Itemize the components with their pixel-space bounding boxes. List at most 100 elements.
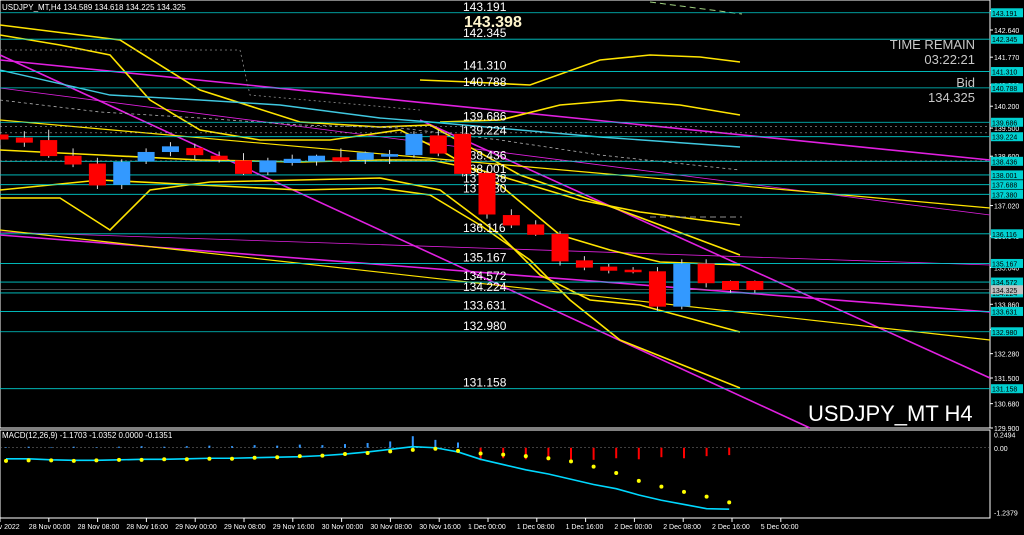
candle-bear [502,215,520,226]
price-tick-label: 142.640 [994,28,1019,35]
time-remain-value: 03:22:21 [924,52,975,67]
level-axis-label: 133.631 [992,309,1017,316]
candle-bull [283,158,301,163]
macd-signal-dot [207,456,212,461]
level-axis-label: 137.380 [992,192,1017,199]
candle-bear [551,233,569,262]
candle-bear [722,280,739,291]
candle-bear [697,263,715,284]
macd-signal-dot [523,454,528,459]
chart-static-layer [0,0,1024,535]
time-remain-label: TIME REMAIN [889,37,975,52]
macd-signal-dot [71,458,76,463]
candle-bear [0,134,9,140]
price-tick-label: 140.200 [994,104,1019,111]
macd-signal-dot [297,454,302,459]
macd-signal-dot [388,449,393,454]
time-tick-label: 29 Nov 08:00 [224,524,266,531]
macd-signal-dot [139,457,144,462]
time-tick-label: 2 Dec 08:00 [663,524,701,531]
price-tick-label: 137.020 [994,204,1019,211]
price-tick-label: 132.280 [994,352,1019,359]
level-label: 135.167 [463,250,507,264]
level-axis-label: 135.167 [992,261,1017,268]
level-label: 139.686 [463,109,507,123]
time-tick-label: 28 Nov 16:00 [126,524,168,531]
time-tick-label: 5 Dec 00:00 [761,524,799,531]
candle-bull [113,161,131,185]
macd-tick-label: -1.2379 [994,511,1018,518]
macd-signal-dot [591,464,596,469]
time-tick-label: 1 Dec 08:00 [517,524,555,531]
price-tick-label: 131.500 [994,376,1019,383]
candle-bull [161,146,179,153]
candle-bear [15,137,33,143]
candle-bear [746,280,764,291]
chart-background [0,0,1024,535]
macd-signal-dot [252,455,257,460]
candle-bear [575,260,593,268]
level-label: 132.980 [463,319,507,333]
level-label: 134.224 [463,280,507,294]
level-label: 140.788 [463,75,507,89]
macd-signal-dot [49,458,54,463]
candle-bear [429,135,447,154]
candle-bear [64,155,82,165]
time-tick-label: 29 Nov 16:00 [273,524,315,531]
macd-signal-dot [614,470,619,475]
time-tick-label: 1 Dec 16:00 [566,524,604,531]
macd-signal-dot [569,459,573,464]
candle-bear [186,147,204,156]
macd-signal-dot [456,448,460,453]
level-axis-label: 142.345 [992,37,1017,44]
level-label: 133.631 [463,298,507,312]
candle-bear [624,269,642,273]
macd-signal-dot [184,457,189,462]
time-tick-label: 28 Nov 00:00 [29,524,71,531]
macd-signal-dot [433,446,438,451]
macd-signal-dot [320,453,325,458]
candle-bear [88,163,106,186]
macd-tick-label: 0.00 [994,446,1008,453]
level-label: 143.191 [463,0,507,14]
chart-canvas: 143.191 142.345 141.310 140.788 139.686 139.2… [0,0,1024,535]
macd-signal-dot [659,484,664,489]
time-tick-label: 29 Nov 00:00 [175,524,217,531]
time-tick-label: 30 Nov 08:00 [370,524,412,531]
macd-signal-dot [26,458,31,463]
macd-signal-dot [343,452,347,457]
candle-bull [356,152,374,160]
candle-bear [478,172,496,215]
level-axis-label: 137.688 [992,183,1017,190]
macd-signal-dot [478,451,483,456]
candle-bull [259,160,277,173]
macd-signal-dot [365,451,370,455]
macd-signal-dot [230,456,234,461]
macd-signal-dot [501,452,506,457]
time-tick-label: 1 Dec 00:00 [468,524,506,531]
macd-signal-dot [94,458,99,463]
level-axis-label: 138.001 [992,173,1017,180]
level-axis-label: 136.116 [992,232,1017,239]
time-tick-label: 28 Nov 08:00 [78,524,120,531]
candle-bull [381,154,399,157]
macd-signal-dot [117,457,121,462]
candle-bull [405,133,423,156]
time-tick-label: 2 Dec 00:00 [614,524,652,531]
level-axis-label: 132.980 [992,330,1017,337]
time-tick-label: 30 Nov 16:00 [419,524,461,531]
candle-bear [210,155,228,160]
macd-signal-dot [162,457,167,462]
level-axis-label: 131.158 [992,387,1017,394]
chart-header: USDJPY_MT,H4 134.589 134.618 134.225 134… [2,3,186,12]
candle-bear [235,160,252,174]
candle-bear [40,140,58,157]
macd-tick-label: 0.2494 [994,433,1016,440]
price-tick-label: 130.680 [994,402,1019,409]
level-axis-label: 143.191 [992,11,1017,18]
high-label: 143.398 [464,14,522,31]
candle-bear [527,224,545,235]
symbol-label: USDJPY_MT H4 [808,401,973,426]
candle-bear [332,157,350,162]
candle-bear [648,271,666,307]
